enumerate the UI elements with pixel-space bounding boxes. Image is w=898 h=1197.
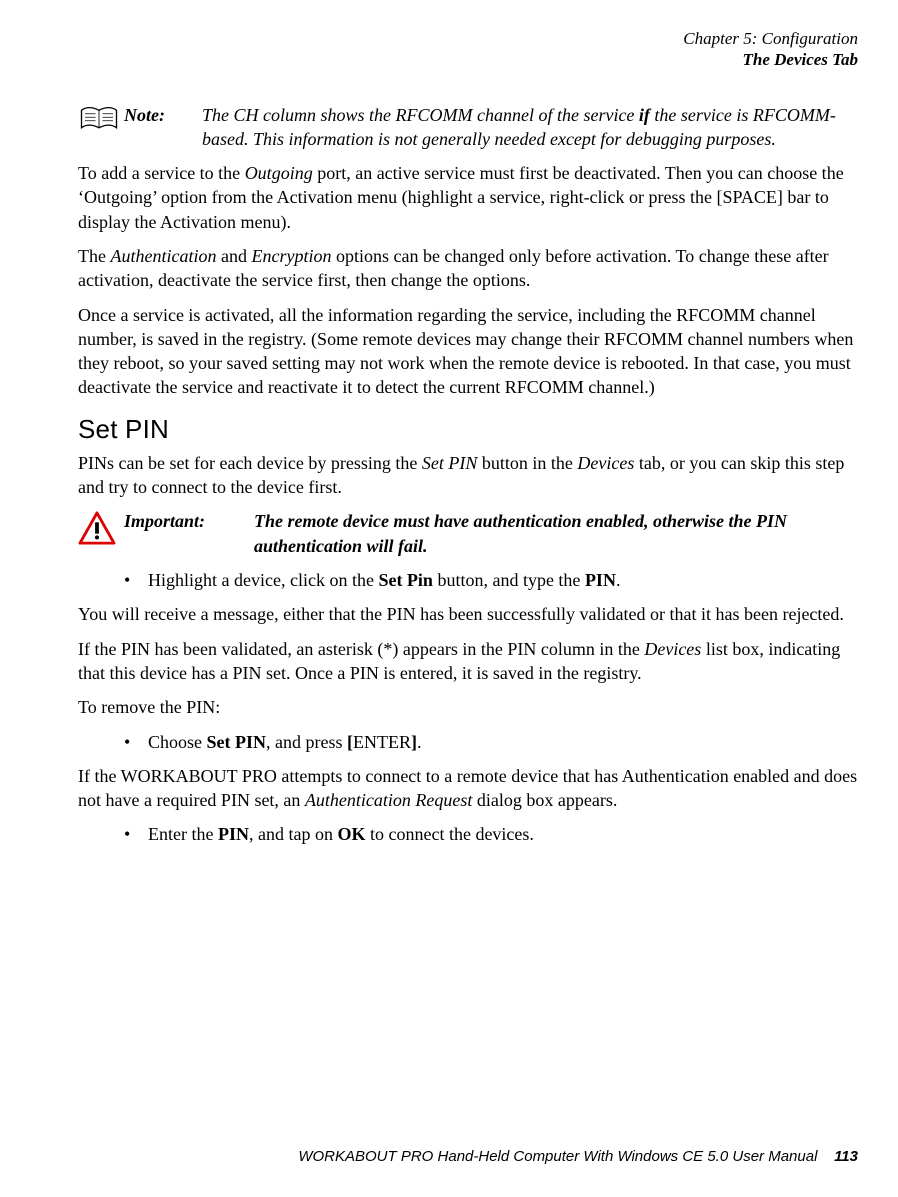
important-label: Important: bbox=[124, 509, 254, 533]
paragraph: To add a service to the Outgoing port, a… bbox=[78, 161, 858, 234]
footer-title: WORKABOUT PRO Hand-Held Computer With Wi… bbox=[298, 1148, 817, 1165]
note-text: The CH column shows the RFCOMM channel o… bbox=[202, 103, 858, 152]
list-item: Choose Set PIN, and press [ENTER]. bbox=[124, 730, 858, 754]
warning-icon bbox=[78, 511, 120, 551]
paragraph: PINs can be set for each device by press… bbox=[78, 451, 858, 500]
bullet-list: Enter the PIN, and tap on OK to connect … bbox=[78, 822, 858, 846]
page-number: 113 bbox=[834, 1148, 858, 1165]
important-text: The remote device must have authenticati… bbox=[254, 509, 858, 558]
paragraph: To remove the PIN: bbox=[78, 695, 858, 719]
paragraph: If the PIN has been validated, an asteri… bbox=[78, 637, 858, 686]
paragraph: You will receive a message, either that … bbox=[78, 602, 858, 626]
chapter-label: Chapter 5: Configuration bbox=[78, 28, 858, 49]
note-label: Note: bbox=[124, 103, 202, 127]
book-icon bbox=[78, 105, 120, 139]
paragraph: If the WORKABOUT PRO attempts to connect… bbox=[78, 764, 858, 813]
bullet-list: Choose Set PIN, and press [ENTER]. bbox=[78, 730, 858, 754]
page-footer: WORKABOUT PRO Hand-Held Computer With Wi… bbox=[78, 1147, 858, 1167]
bullet-list: Highlight a device, click on the Set Pin… bbox=[78, 568, 858, 592]
paragraph: Once a service is activated, all the inf… bbox=[78, 303, 858, 400]
list-item: Enter the PIN, and tap on OK to connect … bbox=[124, 822, 858, 846]
list-item: Highlight a device, click on the Set Pin… bbox=[124, 568, 858, 592]
page-header: Chapter 5: Configuration The Devices Tab bbox=[78, 28, 858, 71]
paragraph: The Authentication and Encryption option… bbox=[78, 244, 858, 293]
section-label: The Devices Tab bbox=[78, 49, 858, 70]
important-block: Important: The remote device must have a… bbox=[78, 509, 858, 558]
note-block: Note: The CH column shows the RFCOMM cha… bbox=[78, 103, 858, 152]
section-heading-set-pin: Set PIN bbox=[78, 412, 858, 447]
